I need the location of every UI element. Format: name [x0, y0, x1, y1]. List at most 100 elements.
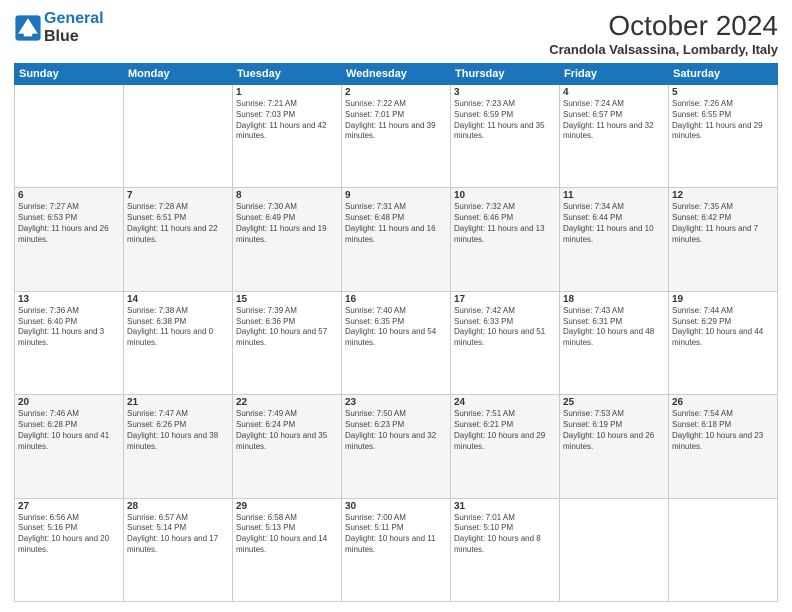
calendar-cell: 28 Sunrise: 6:57 AMSunset: 5:14 PMDaylig… — [124, 498, 233, 601]
calendar-cell: 25 Sunrise: 7:53 AMSunset: 6:19 PMDaylig… — [560, 395, 669, 498]
day-info: Sunrise: 7:53 AMSunset: 6:19 PMDaylight:… — [563, 409, 665, 452]
day-number: 3 — [454, 87, 556, 98]
day-info: Sunrise: 7:36 AMSunset: 6:40 PMDaylight:… — [18, 306, 120, 349]
day-info: Sunrise: 7:28 AMSunset: 6:51 PMDaylight:… — [127, 202, 229, 245]
day-info: Sunrise: 7:24 AMSunset: 6:57 PMDaylight:… — [563, 99, 665, 142]
title-block: October 2024 Crandola Valsassina, Lombar… — [549, 10, 778, 57]
calendar-cell: 1 Sunrise: 7:21 AMSunset: 7:03 PMDayligh… — [233, 85, 342, 188]
day-number: 25 — [563, 397, 665, 408]
day-info: Sunrise: 7:50 AMSunset: 6:23 PMDaylight:… — [345, 409, 447, 452]
calendar-cell: 13 Sunrise: 7:36 AMSunset: 6:40 PMDaylig… — [15, 291, 124, 394]
calendar-table: Sunday Monday Tuesday Wednesday Thursday… — [14, 63, 778, 602]
calendar-cell: 22 Sunrise: 7:49 AMSunset: 6:24 PMDaylig… — [233, 395, 342, 498]
col-friday: Friday — [560, 64, 669, 85]
calendar-cell: 8 Sunrise: 7:30 AMSunset: 6:49 PMDayligh… — [233, 188, 342, 291]
day-number: 13 — [18, 294, 120, 305]
calendar-cell: 24 Sunrise: 7:51 AMSunset: 6:21 PMDaylig… — [451, 395, 560, 498]
col-tuesday: Tuesday — [233, 64, 342, 85]
logo-general: General — [44, 10, 104, 27]
day-number: 23 — [345, 397, 447, 408]
day-info: Sunrise: 7:40 AMSunset: 6:35 PMDaylight:… — [345, 306, 447, 349]
calendar-cell: 17 Sunrise: 7:42 AMSunset: 6:33 PMDaylig… — [451, 291, 560, 394]
day-number: 22 — [236, 397, 338, 408]
header: General Blue October 2024 Crandola Valsa… — [14, 10, 778, 57]
logo-icon — [14, 14, 42, 42]
logo-blue: Blue — [44, 28, 79, 45]
calendar-cell: 26 Sunrise: 7:54 AMSunset: 6:18 PMDaylig… — [669, 395, 778, 498]
day-info: Sunrise: 7:46 AMSunset: 6:28 PMDaylight:… — [18, 409, 120, 452]
day-info: Sunrise: 7:43 AMSunset: 6:31 PMDaylight:… — [563, 306, 665, 349]
day-info: Sunrise: 7:21 AMSunset: 7:03 PMDaylight:… — [236, 99, 338, 142]
calendar-cell: 16 Sunrise: 7:40 AMSunset: 6:35 PMDaylig… — [342, 291, 451, 394]
day-number: 18 — [563, 294, 665, 305]
day-number: 21 — [127, 397, 229, 408]
day-info: Sunrise: 7:32 AMSunset: 6:46 PMDaylight:… — [454, 202, 556, 245]
day-info: Sunrise: 7:31 AMSunset: 6:48 PMDaylight:… — [345, 202, 447, 245]
calendar-header-row: Sunday Monday Tuesday Wednesday Thursday… — [15, 64, 778, 85]
calendar-week-row: 13 Sunrise: 7:36 AMSunset: 6:40 PMDaylig… — [15, 291, 778, 394]
calendar-cell: 11 Sunrise: 7:34 AMSunset: 6:44 PMDaylig… — [560, 188, 669, 291]
day-info: Sunrise: 6:57 AMSunset: 5:14 PMDaylight:… — [127, 513, 229, 556]
day-number: 16 — [345, 294, 447, 305]
calendar-cell: 3 Sunrise: 7:23 AMSunset: 6:59 PMDayligh… — [451, 85, 560, 188]
calendar-cell: 6 Sunrise: 7:27 AMSunset: 6:53 PMDayligh… — [15, 188, 124, 291]
calendar-week-row: 27 Sunrise: 6:56 AMSunset: 5:16 PMDaylig… — [15, 498, 778, 601]
day-info: Sunrise: 6:56 AMSunset: 5:16 PMDaylight:… — [18, 513, 120, 556]
day-number: 29 — [236, 501, 338, 512]
logo-text: General Blue — [44, 10, 104, 45]
day-number: 26 — [672, 397, 774, 408]
calendar-cell: 15 Sunrise: 7:39 AMSunset: 6:36 PMDaylig… — [233, 291, 342, 394]
day-number: 24 — [454, 397, 556, 408]
day-number: 10 — [454, 190, 556, 201]
calendar-week-row: 6 Sunrise: 7:27 AMSunset: 6:53 PMDayligh… — [15, 188, 778, 291]
calendar-cell: 12 Sunrise: 7:35 AMSunset: 6:42 PMDaylig… — [669, 188, 778, 291]
day-info: Sunrise: 7:44 AMSunset: 6:29 PMDaylight:… — [672, 306, 774, 349]
col-wednesday: Wednesday — [342, 64, 451, 85]
col-sunday: Sunday — [15, 64, 124, 85]
calendar-cell — [124, 85, 233, 188]
calendar-cell: 21 Sunrise: 7:47 AMSunset: 6:26 PMDaylig… — [124, 395, 233, 498]
day-number: 30 — [345, 501, 447, 512]
day-info: Sunrise: 7:00 AMSunset: 5:11 PMDaylight:… — [345, 513, 447, 556]
day-number: 19 — [672, 294, 774, 305]
day-number: 28 — [127, 501, 229, 512]
day-number: 6 — [18, 190, 120, 201]
day-info: Sunrise: 7:35 AMSunset: 6:42 PMDaylight:… — [672, 202, 774, 245]
calendar-cell: 9 Sunrise: 7:31 AMSunset: 6:48 PMDayligh… — [342, 188, 451, 291]
day-number: 1 — [236, 87, 338, 98]
day-info: Sunrise: 7:49 AMSunset: 6:24 PMDaylight:… — [236, 409, 338, 452]
day-number: 7 — [127, 190, 229, 201]
day-info: Sunrise: 7:26 AMSunset: 6:55 PMDaylight:… — [672, 99, 774, 142]
day-number: 5 — [672, 87, 774, 98]
day-info: Sunrise: 7:27 AMSunset: 6:53 PMDaylight:… — [18, 202, 120, 245]
day-info: Sunrise: 7:54 AMSunset: 6:18 PMDaylight:… — [672, 409, 774, 452]
page: General Blue October 2024 Crandola Valsa… — [0, 0, 792, 612]
calendar-cell: 29 Sunrise: 6:58 AMSunset: 5:13 PMDaylig… — [233, 498, 342, 601]
calendar-cell: 31 Sunrise: 7:01 AMSunset: 5:10 PMDaylig… — [451, 498, 560, 601]
day-number: 12 — [672, 190, 774, 201]
calendar-cell — [15, 85, 124, 188]
calendar-cell: 4 Sunrise: 7:24 AMSunset: 6:57 PMDayligh… — [560, 85, 669, 188]
col-monday: Monday — [124, 64, 233, 85]
day-info: Sunrise: 6:58 AMSunset: 5:13 PMDaylight:… — [236, 513, 338, 556]
col-saturday: Saturday — [669, 64, 778, 85]
day-info: Sunrise: 7:38 AMSunset: 6:38 PMDaylight:… — [127, 306, 229, 349]
day-number: 15 — [236, 294, 338, 305]
day-number: 9 — [345, 190, 447, 201]
day-info: Sunrise: 7:42 AMSunset: 6:33 PMDaylight:… — [454, 306, 556, 349]
calendar-cell — [560, 498, 669, 601]
calendar-cell: 5 Sunrise: 7:26 AMSunset: 6:55 PMDayligh… — [669, 85, 778, 188]
calendar-cell: 10 Sunrise: 7:32 AMSunset: 6:46 PMDaylig… — [451, 188, 560, 291]
day-info: Sunrise: 7:30 AMSunset: 6:49 PMDaylight:… — [236, 202, 338, 245]
day-number: 14 — [127, 294, 229, 305]
calendar-cell: 27 Sunrise: 6:56 AMSunset: 5:16 PMDaylig… — [15, 498, 124, 601]
day-number: 4 — [563, 87, 665, 98]
day-number: 2 — [345, 87, 447, 98]
day-number: 8 — [236, 190, 338, 201]
month-title: October 2024 — [549, 10, 778, 42]
day-info: Sunrise: 7:51 AMSunset: 6:21 PMDaylight:… — [454, 409, 556, 452]
day-number: 11 — [563, 190, 665, 201]
calendar-cell: 2 Sunrise: 7:22 AMSunset: 7:01 PMDayligh… — [342, 85, 451, 188]
day-info: Sunrise: 7:34 AMSunset: 6:44 PMDaylight:… — [563, 202, 665, 245]
day-info: Sunrise: 7:23 AMSunset: 6:59 PMDaylight:… — [454, 99, 556, 142]
